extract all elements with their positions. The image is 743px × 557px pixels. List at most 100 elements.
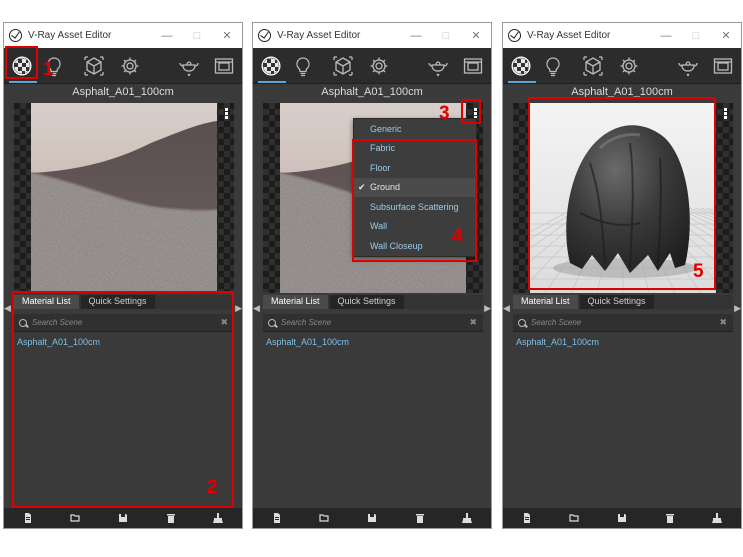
active-tab-underline — [258, 81, 286, 83]
material-list: Asphalt_A01_100cm — [513, 334, 733, 504]
highlight-fabric-preview — [528, 97, 716, 290]
collapse-right-arrow-icon[interactable]: ▶ — [484, 303, 491, 314]
collapse-left-arrow-icon[interactable]: ◀ — [503, 303, 510, 314]
toolbar — [253, 48, 491, 84]
save-icon[interactable] — [118, 513, 128, 523]
render-teapot-icon[interactable] — [176, 53, 202, 79]
list-item[interactable]: Asphalt_A01_100cm — [263, 334, 483, 350]
minimize-button[interactable]: — — [152, 30, 182, 42]
clean-up-icon[interactable] — [712, 513, 723, 523]
open-folder-icon[interactable] — [70, 513, 80, 523]
geometry-icon[interactable] — [81, 53, 107, 79]
minimize-button[interactable]: — — [651, 30, 681, 42]
maximize-button[interactable]: □ — [182, 30, 212, 42]
active-tab-underline — [508, 81, 536, 83]
close-button[interactable]: ✕ — [212, 29, 242, 42]
open-folder-icon[interactable] — [319, 513, 329, 523]
lights-icon[interactable] — [540, 53, 566, 79]
panel-tabs: Material List Quick Settings — [263, 295, 483, 309]
material-list: Asphalt_A01_100cm — [263, 334, 483, 504]
collapse-left-arrow-icon[interactable]: ◀ — [253, 303, 260, 314]
callout-number: 1 — [43, 59, 54, 80]
render-teapot-icon[interactable] — [425, 53, 451, 79]
list-item[interactable]: Asphalt_A01_100cm — [513, 334, 733, 350]
vray-logo-icon — [9, 29, 22, 42]
bottom-toolbar — [253, 508, 491, 528]
frame-buffer-icon[interactable] — [211, 53, 237, 79]
material-preview — [14, 103, 234, 293]
callout-number: 3 — [439, 103, 450, 124]
maximize-button[interactable]: □ — [681, 30, 711, 42]
collapse-right-arrow-icon[interactable]: ▶ — [235, 303, 242, 314]
save-icon[interactable] — [617, 513, 627, 523]
tab-quick-settings[interactable]: Quick Settings — [329, 295, 404, 309]
title-bar: V-Ray Asset Editor — □ ✕ — [503, 23, 741, 48]
callout-number: 5 — [693, 261, 704, 282]
tab-material-list[interactable]: Material List — [513, 295, 578, 309]
frame-buffer-icon[interactable] — [460, 53, 486, 79]
minimize-button[interactable]: — — [401, 30, 431, 42]
tab-quick-settings[interactable]: Quick Settings — [579, 295, 654, 309]
search-icon — [518, 318, 526, 327]
render-teapot-icon[interactable] — [675, 53, 701, 79]
open-folder-icon[interactable] — [569, 513, 579, 523]
vray-logo-icon — [258, 29, 271, 42]
materials-icon[interactable] — [258, 53, 284, 79]
title-bar: V-Ray Asset Editor — □ ✕ — [4, 23, 242, 48]
delete-icon[interactable] — [665, 513, 675, 523]
vray-logo-icon — [508, 29, 521, 42]
asphalt-preview-image — [31, 103, 217, 293]
dropdown-item[interactable]: Generic — [354, 119, 476, 139]
geometry-icon[interactable] — [330, 53, 356, 79]
highlight-material-list — [12, 291, 234, 508]
new-file-icon[interactable] — [272, 513, 282, 523]
settings-icon[interactable] — [366, 53, 392, 79]
new-file-icon[interactable] — [522, 513, 532, 523]
materials-icon[interactable] — [508, 53, 534, 79]
delete-icon[interactable] — [415, 513, 425, 523]
preview-options-menu-icon[interactable] — [223, 108, 230, 120]
preview-options-menu-icon[interactable] — [722, 108, 729, 120]
lights-icon[interactable] — [290, 53, 316, 79]
callout-number: 2 — [207, 477, 218, 498]
panel-tabs: Material List Quick Settings — [513, 295, 733, 309]
search-bar: ✖ — [513, 314, 733, 332]
material-name-title: Asphalt_A01_100cm — [72, 86, 174, 98]
geometry-icon[interactable] — [580, 53, 606, 79]
new-file-icon[interactable] — [23, 513, 33, 523]
maximize-button[interactable]: □ — [431, 30, 461, 42]
search-input[interactable] — [531, 318, 711, 327]
active-tab-underline — [9, 81, 37, 83]
search-bar: ✖ — [263, 314, 483, 332]
highlight-materials-button — [5, 46, 38, 79]
toolbar — [503, 48, 741, 84]
delete-icon[interactable] — [166, 513, 176, 523]
settings-icon[interactable] — [117, 53, 143, 79]
toolbar — [4, 48, 242, 84]
clear-search-icon[interactable]: ✖ — [469, 317, 477, 328]
window-title: V-Ray Asset Editor — [527, 30, 611, 41]
close-button[interactable]: ✕ — [711, 29, 741, 42]
callout-number: 4 — [452, 226, 463, 247]
close-button[interactable]: ✕ — [461, 29, 491, 42]
save-icon[interactable] — [367, 513, 377, 523]
clear-search-icon[interactable]: ✖ — [719, 317, 727, 328]
search-input[interactable] — [281, 318, 461, 327]
screenshot-stage: V-Ray Asset Editor — □ ✕ Asphalt_A01_100cm ◀ ▶… — [0, 0, 743, 557]
highlight-options-menu — [461, 99, 481, 124]
window-title: V-Ray Asset Editor — [28, 30, 112, 41]
tab-material-list[interactable]: Material List — [263, 295, 328, 309]
bottom-toolbar — [4, 508, 242, 528]
frame-buffer-icon[interactable] — [710, 53, 736, 79]
bottom-toolbar — [503, 508, 741, 528]
clean-up-icon[interactable] — [213, 513, 224, 523]
search-icon — [268, 318, 276, 327]
title-bar: V-Ray Asset Editor — □ ✕ — [253, 23, 491, 48]
clean-up-icon[interactable] — [462, 513, 473, 523]
window-title: V-Ray Asset Editor — [277, 30, 361, 41]
material-name-title: Asphalt_A01_100cm — [321, 86, 423, 98]
settings-icon[interactable] — [616, 53, 642, 79]
collapse-right-arrow-icon[interactable]: ▶ — [734, 303, 741, 314]
collapse-left-arrow-icon[interactable]: ◀ — [4, 303, 11, 314]
dropdown-item-label: Generic — [370, 123, 402, 134]
